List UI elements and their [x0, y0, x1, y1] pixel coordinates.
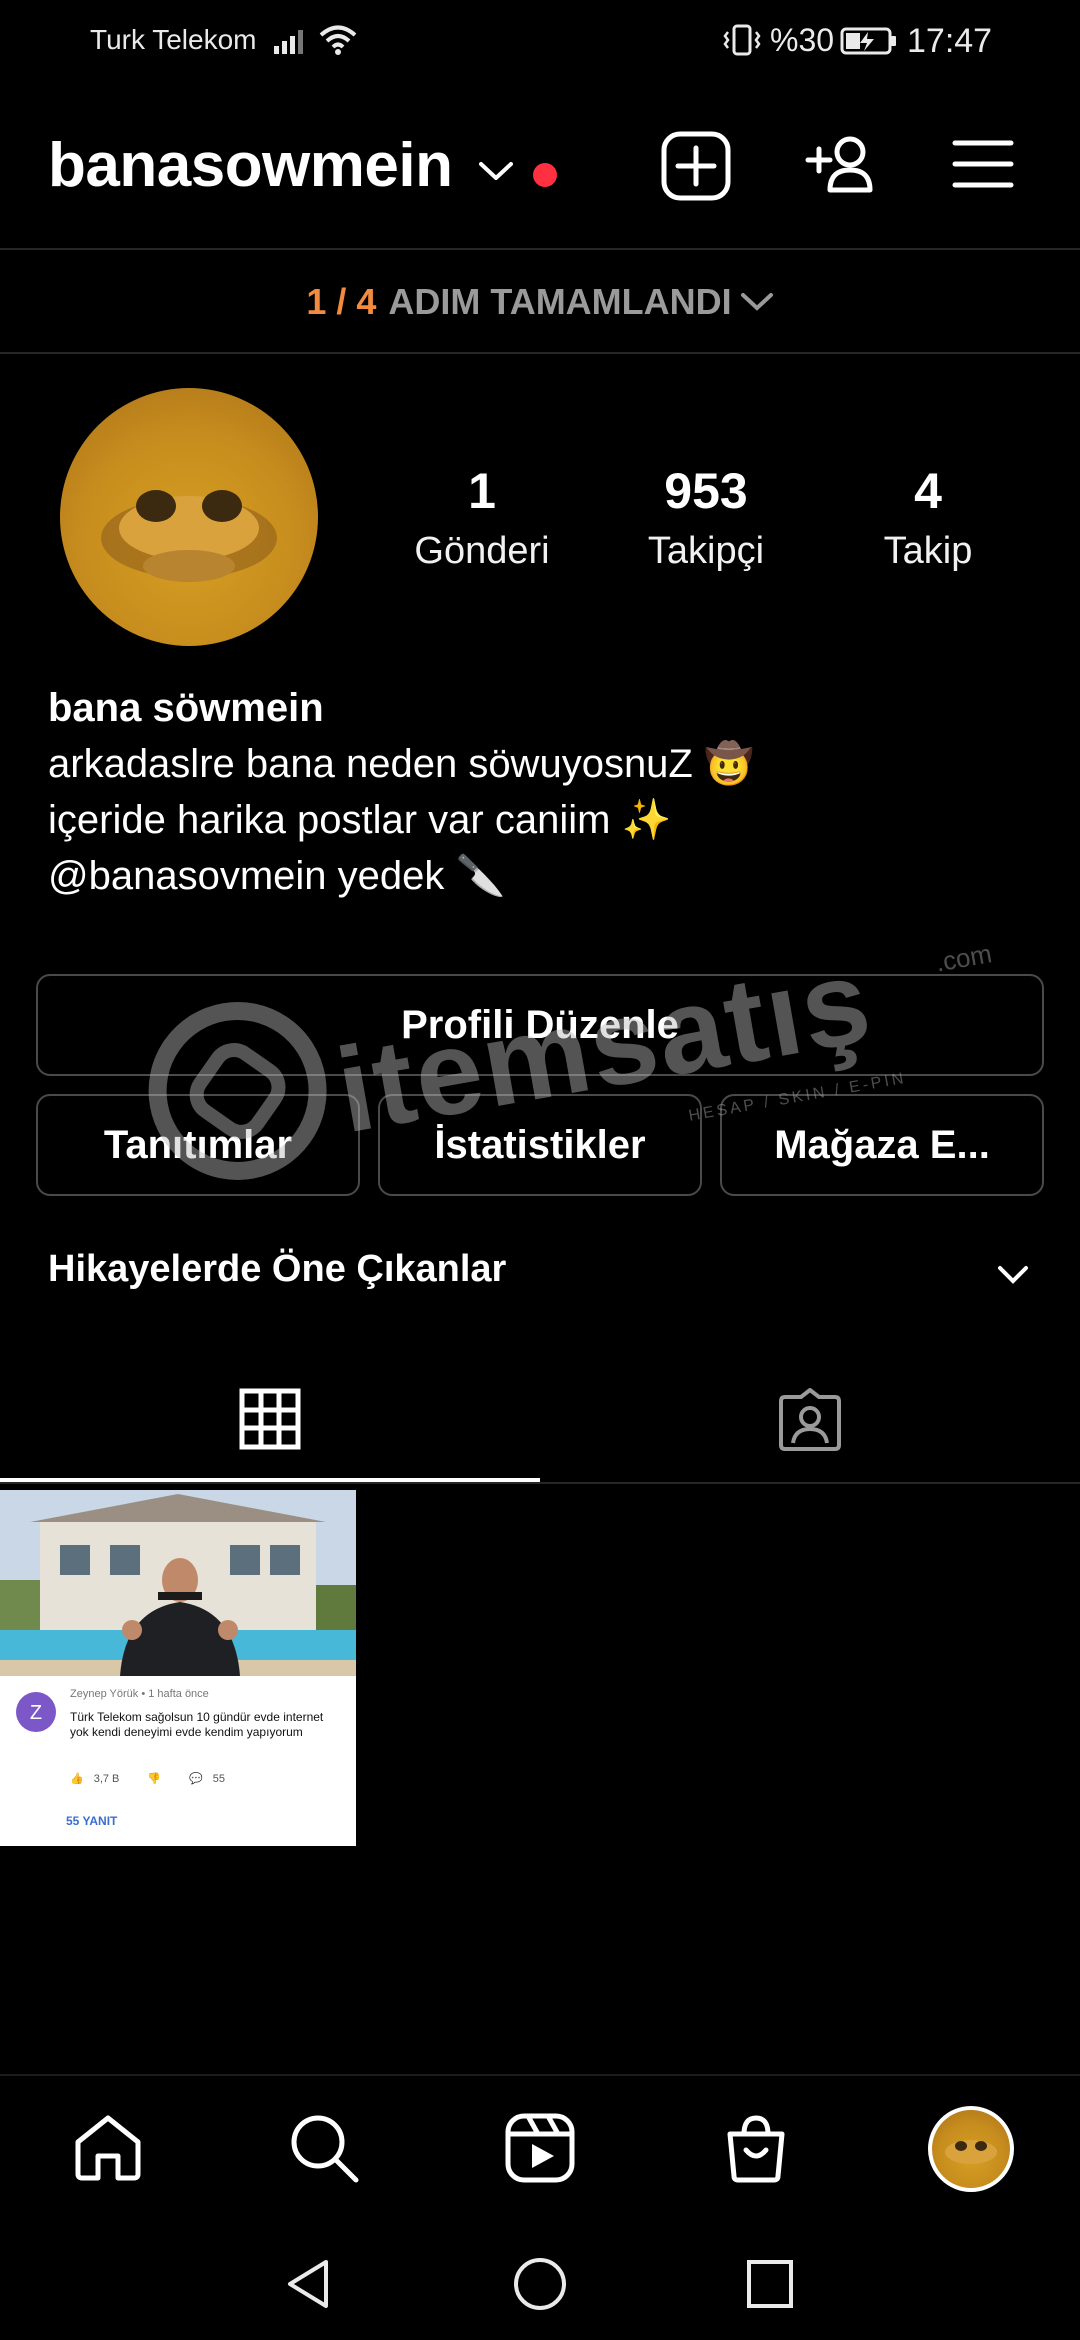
- add-user-icon[interactable]: [804, 134, 878, 194]
- comment-actions: 👍 3,7 B 👎 💬 55: [70, 1772, 226, 1786]
- stat-posts-value: 1: [468, 463, 496, 519]
- bio-line[interactable]: @banasovmein yedek 🔪: [48, 848, 754, 904]
- comment-icon: 💬: [189, 1773, 203, 1785]
- home-icon[interactable]: [72, 2112, 144, 2182]
- menu-icon[interactable]: [952, 138, 1014, 190]
- add-post-icon[interactable]: [660, 130, 732, 202]
- shop-icon[interactable]: [720, 2112, 792, 2184]
- post-comment-card: Z Zeynep Yörük • 1 hafta önce Türk Telek…: [0, 1676, 356, 1846]
- post-photo: [0, 1490, 356, 1676]
- bio-name: bana söwmein: [48, 686, 324, 730]
- stat-followers-label: Takipçi: [647, 530, 765, 572]
- carrier-name: Turk Telekom: [90, 24, 257, 55]
- profile-avatar[interactable]: [60, 388, 318, 646]
- story-highlights-label[interactable]: Hikayelerde Öne Çıkanlar: [48, 1248, 506, 1291]
- battery-percent: %30: [770, 22, 835, 58]
- thumbs-down-icon: 👎: [147, 1773, 162, 1785]
- insights-button[interactable]: İstatistikler: [378, 1094, 702, 1196]
- bio-line: içeride harika postlar var caniim ✨: [48, 798, 672, 842]
- progress-count: 1 / 4: [306, 281, 377, 322]
- comment-count: 55: [212, 1772, 226, 1785]
- stat-followers-value: 953: [664, 463, 748, 519]
- notification-dot: [533, 163, 557, 187]
- progress-text: ADIM TAMAMLANDI: [388, 281, 732, 322]
- chevron-down-icon: [740, 293, 773, 311]
- comment-avatar-letter: Z: [30, 1702, 42, 1724]
- tab-posts-grid[interactable]: [0, 1356, 540, 1482]
- battery-charging-icon: [840, 27, 896, 55]
- recents-icon[interactable]: [744, 2256, 796, 2312]
- profile-username[interactable]: banasowmein: [48, 130, 453, 201]
- stat-following-label: Takip: [883, 530, 973, 572]
- stat-posts[interactable]: 1 Gönderi: [372, 462, 592, 573]
- edit-profile-button[interactable]: Profili Düzenle: [36, 974, 1044, 1076]
- vibrate-icon: [723, 24, 761, 56]
- shop-button[interactable]: Mağaza E...: [720, 1094, 1044, 1196]
- banner-divider: [0, 352, 1080, 354]
- tab-tagged[interactable]: [540, 1356, 1080, 1482]
- replies-link: 55 YANIT: [66, 1814, 118, 1828]
- comment-avatar: Z: [16, 1692, 56, 1732]
- home-circle-icon[interactable]: [512, 2256, 568, 2312]
- watermark-domain: .com: [933, 938, 995, 978]
- profile-bio: bana söwmein arkadaslre bana neden söwuy…: [48, 680, 754, 904]
- post-thumbnail[interactable]: Z Zeynep Yörük • 1 hafta önce Türk Telek…: [0, 1490, 356, 1846]
- like-count: 3,7 B: [93, 1772, 120, 1785]
- nav-avatar-frog-image: [945, 2140, 997, 2164]
- avatar-frog-image: [101, 490, 277, 582]
- signal-icon: [274, 30, 303, 54]
- stat-following[interactable]: 4 Takip: [818, 462, 1038, 573]
- onboarding-progress[interactable]: 1 / 4 ADIM TAMAMLANDI: [0, 250, 1080, 354]
- clock: 17:47: [907, 22, 993, 60]
- thumbs-up-icon: 👍: [70, 1773, 84, 1785]
- tabs-divider: [0, 1482, 1080, 1484]
- tagged-icon: [779, 1388, 841, 1451]
- status-bar: Turk Telekom %30 17:47: [0, 0, 1080, 84]
- profile-avatar[interactable]: [928, 2106, 1014, 2192]
- wifi-icon: [319, 25, 357, 55]
- search-icon[interactable]: [288, 2112, 360, 2184]
- chevron-down-icon[interactable]: [478, 160, 514, 182]
- grid-icon: [239, 1388, 301, 1450]
- stat-followers[interactable]: 953 Takipçi: [596, 462, 816, 573]
- chevron-down-icon[interactable]: [996, 1264, 1030, 1286]
- promotions-button[interactable]: Tanıtımlar: [36, 1094, 360, 1196]
- stat-posts-label: Gönderi: [414, 530, 550, 572]
- back-icon[interactable]: [282, 2256, 334, 2312]
- stat-following-value: 4: [914, 463, 942, 519]
- bio-line: arkadaslre bana neden söwuyosnuZ 🤠: [48, 742, 754, 786]
- comment-text: Türk Telekom sağolsun 10 gündür evde int…: [70, 1710, 324, 1739]
- comment-author: Zeynep Yörük • 1 hafta önce: [70, 1688, 209, 1700]
- reels-icon[interactable]: [504, 2112, 576, 2184]
